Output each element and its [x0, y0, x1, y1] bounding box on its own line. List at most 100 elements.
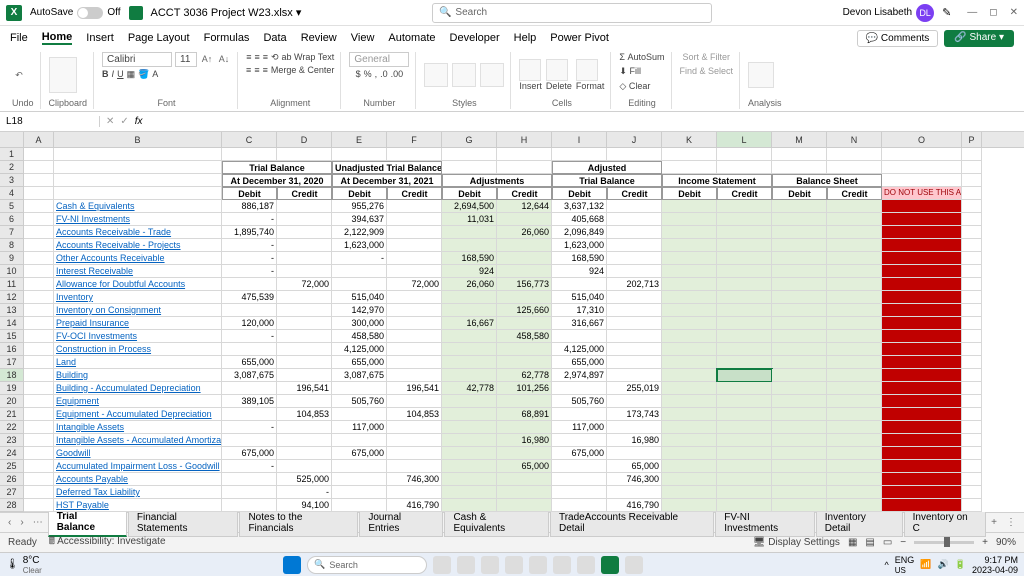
cell-C14[interactable]: 120,000 — [222, 317, 277, 330]
cell-C7[interactable]: 1,895,740 — [222, 226, 277, 239]
cell-H24[interactable] — [497, 447, 552, 460]
row-header-7[interactable]: 7 — [0, 226, 24, 239]
conditional-formatting-icon[interactable] — [424, 63, 448, 87]
cell-I24[interactable]: 675,000 — [552, 447, 607, 460]
cell-D8[interactable] — [277, 239, 332, 252]
cell-D24[interactable] — [277, 447, 332, 460]
cell-O24[interactable] — [882, 447, 962, 460]
cell-F5[interactable] — [387, 200, 442, 213]
tab-data[interactable]: Data — [263, 32, 286, 44]
insert-cells-button[interactable] — [519, 59, 541, 81]
cell-A22[interactable] — [24, 421, 54, 434]
cell-E9[interactable]: - — [332, 252, 387, 265]
cell-D21[interactable]: 104,853 — [277, 408, 332, 421]
italic-button[interactable]: I — [112, 69, 115, 80]
cell-F18[interactable] — [387, 369, 442, 382]
cell-N27[interactable] — [827, 486, 882, 499]
cell-D17[interactable] — [277, 356, 332, 369]
cell-O27[interactable] — [882, 486, 962, 499]
cell-styles-icon[interactable] — [480, 63, 504, 87]
cell-N18[interactable] — [827, 369, 882, 382]
row-header-19[interactable]: 19 — [0, 382, 24, 395]
cell-C28[interactable] — [222, 499, 277, 512]
cell-M11[interactable] — [772, 278, 827, 291]
view-normal-icon[interactable]: ▦ — [848, 537, 857, 548]
cell-M26[interactable] — [772, 473, 827, 486]
font-name[interactable]: Calibri — [102, 52, 172, 67]
cell-P9[interactable] — [962, 252, 982, 265]
cell-J21[interactable]: 173,743 — [607, 408, 662, 421]
cell-H16[interactable] — [497, 343, 552, 356]
taskbar-app-5[interactable] — [529, 556, 547, 574]
cell-K1[interactable] — [662, 148, 717, 161]
cell-P7[interactable] — [962, 226, 982, 239]
cell-C2[interactable]: Trial Balance — [222, 161, 332, 174]
cell-A5[interactable] — [24, 200, 54, 213]
cell-P24[interactable] — [962, 447, 982, 460]
increase-font-icon[interactable]: A↑ — [200, 52, 214, 66]
cell-A13[interactable] — [24, 304, 54, 317]
cell-B14[interactable]: Prepaid Insurance — [54, 317, 222, 330]
cell-P21[interactable] — [962, 408, 982, 421]
cell-M3[interactable]: Balance Sheet — [772, 174, 882, 187]
cell-P20[interactable] — [962, 395, 982, 408]
col-header-K[interactable]: K — [662, 132, 717, 147]
cell-F21[interactable]: 104,853 — [387, 408, 442, 421]
taskbar-app-3[interactable] — [481, 556, 499, 574]
cell-G4[interactable]: Debit — [442, 187, 497, 200]
minimize-icon[interactable]: — — [967, 7, 977, 18]
cell-C18[interactable]: 3,087,675 — [222, 369, 277, 382]
cell-B28[interactable]: HST Payable — [54, 499, 222, 512]
cell-M12[interactable] — [772, 291, 827, 304]
cell-M18[interactable] — [772, 369, 827, 382]
cell-G6[interactable]: 11,031 — [442, 213, 497, 226]
cell-L19[interactable] — [717, 382, 772, 395]
cell-I22[interactable]: 117,000 — [552, 421, 607, 434]
tab-file[interactable]: File — [10, 32, 28, 44]
cell-E11[interactable] — [332, 278, 387, 291]
cell-D16[interactable] — [277, 343, 332, 356]
cell-B20[interactable]: Equipment — [54, 395, 222, 408]
cell-K27[interactable] — [662, 486, 717, 499]
cell-P11[interactable] — [962, 278, 982, 291]
cell-G7[interactable] — [442, 226, 497, 239]
cell-E16[interactable]: 4,125,000 — [332, 343, 387, 356]
cell-M25[interactable] — [772, 460, 827, 473]
cell-P6[interactable] — [962, 213, 982, 226]
col-header-B[interactable]: B — [54, 132, 222, 147]
cell-A8[interactable] — [24, 239, 54, 252]
cell-C5[interactable]: 886,187 — [222, 200, 277, 213]
close-icon[interactable]: ✕ — [1010, 7, 1018, 18]
paste-button[interactable] — [49, 57, 77, 93]
cell-I3[interactable]: Trial Balance — [552, 174, 662, 187]
cell-P28[interactable] — [962, 499, 982, 512]
cell-A27[interactable] — [24, 486, 54, 499]
cell-E28[interactable] — [332, 499, 387, 512]
cell-H7[interactable]: 26,060 — [497, 226, 552, 239]
cell-J5[interactable] — [607, 200, 662, 213]
delete-cells-button[interactable] — [546, 59, 568, 81]
cell-G25[interactable] — [442, 460, 497, 473]
cell-C22[interactable]: - — [222, 421, 277, 434]
cell-H28[interactable] — [497, 499, 552, 512]
cell-A26[interactable] — [24, 473, 54, 486]
col-header-J[interactable]: J — [607, 132, 662, 147]
cell-C13[interactable] — [222, 304, 277, 317]
cell-N4[interactable]: Credit — [827, 187, 882, 200]
toggle-icon[interactable] — [77, 7, 103, 19]
cell-M13[interactable] — [772, 304, 827, 317]
cell-M15[interactable] — [772, 330, 827, 343]
cell-K24[interactable] — [662, 447, 717, 460]
cell-C6[interactable]: - — [222, 213, 277, 226]
cell-E14[interactable]: 300,000 — [332, 317, 387, 330]
cell-P10[interactable] — [962, 265, 982, 278]
cell-K6[interactable] — [662, 213, 717, 226]
cell-N23[interactable] — [827, 434, 882, 447]
row-header-8[interactable]: 8 — [0, 239, 24, 252]
cell-C23[interactable] — [222, 434, 277, 447]
cell-N20[interactable] — [827, 395, 882, 408]
cell-O1[interactable] — [882, 148, 962, 161]
cell-A7[interactable] — [24, 226, 54, 239]
cell-M4[interactable]: Debit — [772, 187, 827, 200]
sheet-options[interactable]: ⋮ — [1002, 517, 1020, 528]
